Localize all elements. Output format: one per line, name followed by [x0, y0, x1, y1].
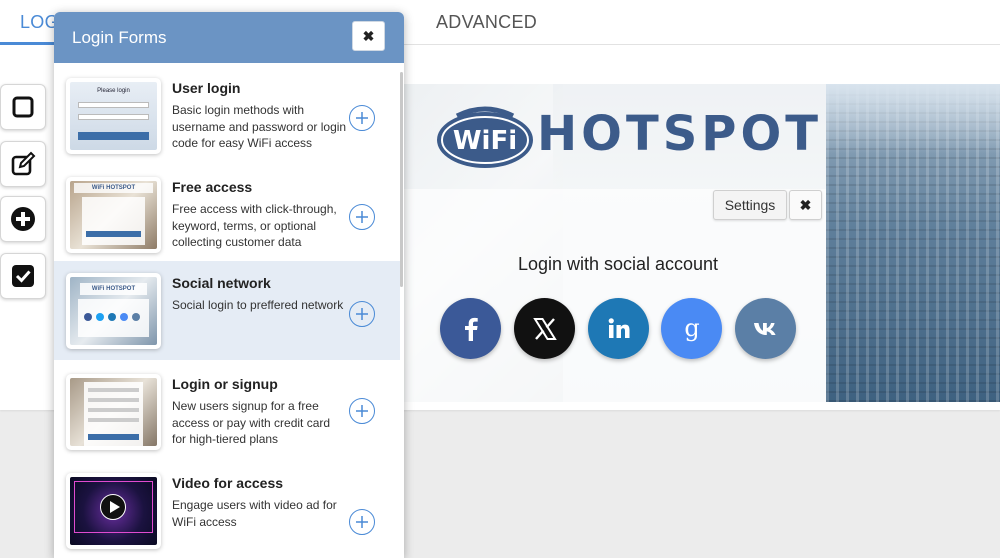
panel-scrollbar[interactable]: [400, 72, 403, 287]
facebook-icon: [464, 317, 478, 341]
plus-icon: [356, 211, 368, 223]
tab-advanced[interactable]: ADVANCED: [436, 12, 537, 33]
vk-login-button[interactable]: [735, 298, 796, 359]
plus-icon: [356, 308, 368, 320]
logo-wifi-text: WiFi: [453, 126, 517, 156]
form-item-video-for-access[interactable]: Video for access Engage users with video…: [54, 461, 400, 558]
form-item-free-access[interactable]: WiFi HOTSPOT Free access Free access wit…: [54, 165, 400, 264]
video-thumbnail-image: [70, 477, 157, 545]
plus-icon: [356, 112, 368, 124]
form-item-title: Social network: [172, 275, 271, 291]
google-login-button[interactable]: g: [661, 298, 722, 359]
login-forms-panel: Login Forms ✖ Please login User login Ba…: [54, 12, 404, 558]
square-icon: [12, 96, 34, 118]
content-card: [403, 189, 826, 402]
add-button[interactable]: [0, 196, 46, 242]
form-item-title: Login or signup: [172, 376, 278, 392]
thumbnail-text: WiFi HOTSPOT: [74, 183, 153, 193]
linkedin-login-button[interactable]: [588, 298, 649, 359]
panel-title: Login Forms: [72, 28, 167, 47]
x-login-button[interactable]: [514, 298, 575, 359]
plus-icon: [356, 405, 368, 417]
add-square-block-button[interactable]: [0, 84, 46, 130]
form-item-login-or-signup[interactable]: Login or signup New users signup for a f…: [54, 362, 400, 461]
google-icon: g: [684, 314, 699, 342]
social-network-thumbnail-image: WiFi HOTSPOT: [70, 277, 157, 345]
add-form-button[interactable]: [349, 509, 375, 535]
user-login-thumbnail-image: Please login: [70, 82, 157, 150]
linkedin-icon: [608, 317, 629, 338]
logo-hotspot-text: HOTSPOT: [537, 106, 823, 162]
add-form-button[interactable]: [349, 301, 375, 327]
confirm-button[interactable]: [0, 253, 46, 299]
add-form-button[interactable]: [349, 105, 375, 131]
form-item-description: Basic login methods with username and pa…: [172, 103, 347, 150]
svg-text:g: g: [684, 314, 699, 342]
form-thumbnail: WiFi HOTSPOT: [66, 177, 161, 253]
thumbnail-text: Please login: [97, 88, 130, 94]
form-item-description: Free access with click-through, keyword,…: [172, 202, 337, 249]
form-item-description: Engage users with video ad for WiFi acce…: [172, 498, 337, 529]
play-icon: [110, 501, 120, 513]
x-icon: [532, 317, 557, 340]
background-sky: [826, 84, 1000, 154]
plus-circle-icon: [11, 207, 35, 231]
login-signup-thumbnail-image: [70, 378, 157, 446]
form-item-title: Video for access: [172, 475, 284, 491]
plus-icon: [356, 516, 368, 528]
check-square-icon: [12, 265, 34, 287]
edit-icon: [11, 151, 36, 176]
facebook-login-button[interactable]: [440, 298, 501, 359]
social-login-title: Login with social account: [517, 254, 719, 274]
form-thumbnail: WiFi HOTSPOT: [66, 273, 161, 349]
wifi-logo-oval: WiFi: [437, 106, 533, 168]
thumbnail-text: WiFi HOTSPOT: [80, 283, 147, 295]
close-block-button[interactable]: ✖: [789, 190, 822, 220]
form-item-title: Free access: [172, 179, 253, 195]
form-item-description: Social login to preffered network: [172, 298, 344, 312]
tab-login-active-indicator: [0, 42, 60, 45]
panel-close-button[interactable]: ✖: [352, 21, 385, 51]
form-item-title: User login: [172, 80, 241, 96]
form-thumbnail: Please login: [66, 78, 161, 154]
add-form-button[interactable]: [349, 204, 375, 230]
edit-button[interactable]: [0, 141, 46, 187]
login-page-preview: WiFi HOTSPOT Settings ✖ Login with socia…: [403, 84, 1000, 402]
form-thumbnail: [66, 473, 161, 549]
vk-icon: [753, 322, 776, 335]
settings-button[interactable]: Settings: [713, 190, 787, 220]
add-form-button[interactable]: [349, 398, 375, 424]
panel-header: Login Forms ✖: [54, 12, 404, 63]
form-item-description: New users signup for a free access or pa…: [172, 399, 331, 446]
form-item-user-login[interactable]: Please login User login Basic login meth…: [54, 66, 400, 165]
form-item-social-network[interactable]: WiFi HOTSPOT Social network Social login…: [54, 261, 400, 360]
form-thumbnail: [66, 374, 161, 450]
free-access-thumbnail-image: WiFi HOTSPOT: [70, 181, 157, 249]
